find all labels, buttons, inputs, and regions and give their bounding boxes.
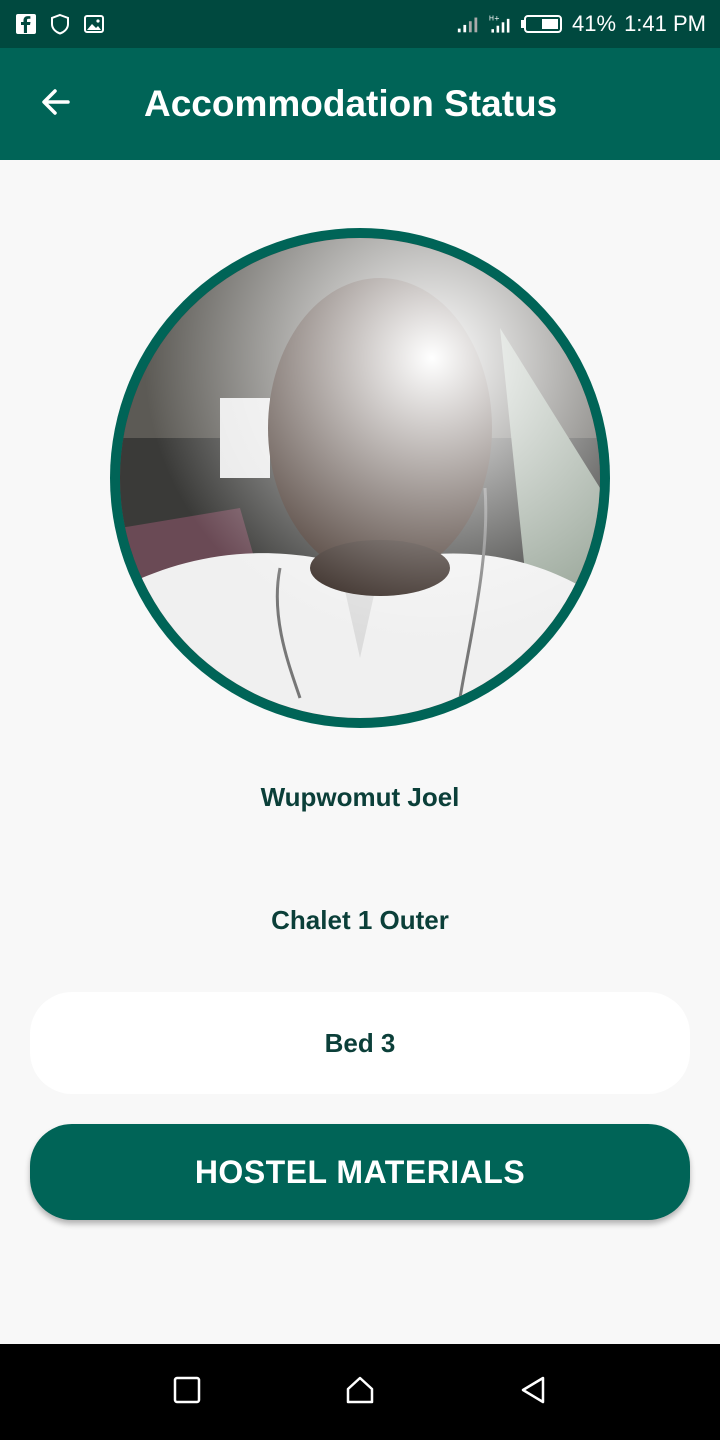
recents-icon bbox=[173, 1376, 201, 1409]
back-nav-button[interactable] bbox=[503, 1362, 563, 1422]
battery-percent: 41% bbox=[572, 11, 617, 36]
status-right: H+ 41% 1:41 PM bbox=[456, 11, 706, 37]
back-triangle-icon bbox=[519, 1375, 547, 1410]
svg-text:H+: H+ bbox=[489, 15, 500, 23]
clock: 1:41 PM bbox=[624, 11, 706, 36]
arrow-left-icon bbox=[38, 84, 74, 125]
profile-photo bbox=[120, 238, 600, 718]
chalet-label: Chalet 1 Outer bbox=[271, 905, 449, 935]
recents-button[interactable] bbox=[157, 1362, 217, 1422]
home-button[interactable] bbox=[330, 1362, 390, 1422]
bed-card: Bed 3 bbox=[30, 992, 690, 1094]
home-icon bbox=[345, 1375, 375, 1410]
student-name: Wupwomut Joel bbox=[260, 782, 460, 812]
page-title: Accommodation Status bbox=[144, 83, 558, 124]
hostel-materials-button[interactable]: HOSTEL MATERIALS bbox=[30, 1124, 690, 1220]
bed-label: Bed 3 bbox=[324, 1027, 396, 1058]
image-icon bbox=[82, 12, 106, 36]
system-nav-bar bbox=[0, 1344, 720, 1440]
facebook-icon bbox=[14, 12, 38, 36]
hostel-materials-label: HOSTEL MATERIALS bbox=[194, 1153, 526, 1190]
signal-ht-icon: H+ bbox=[488, 12, 512, 36]
back-button[interactable] bbox=[0, 48, 112, 160]
shield-icon bbox=[48, 12, 72, 36]
status-left-icons bbox=[14, 12, 106, 36]
status-bar: H+ 41% 1:41 PM bbox=[0, 0, 720, 48]
profile-photo-ring bbox=[110, 228, 610, 728]
app-bar: Accommodation Status bbox=[0, 48, 720, 160]
main-content: Wupwomut Joel Chalet 1 Outer Bed 3 HOSTE… bbox=[0, 160, 720, 1344]
battery-icon bbox=[520, 12, 564, 36]
signal-icon bbox=[456, 12, 480, 36]
